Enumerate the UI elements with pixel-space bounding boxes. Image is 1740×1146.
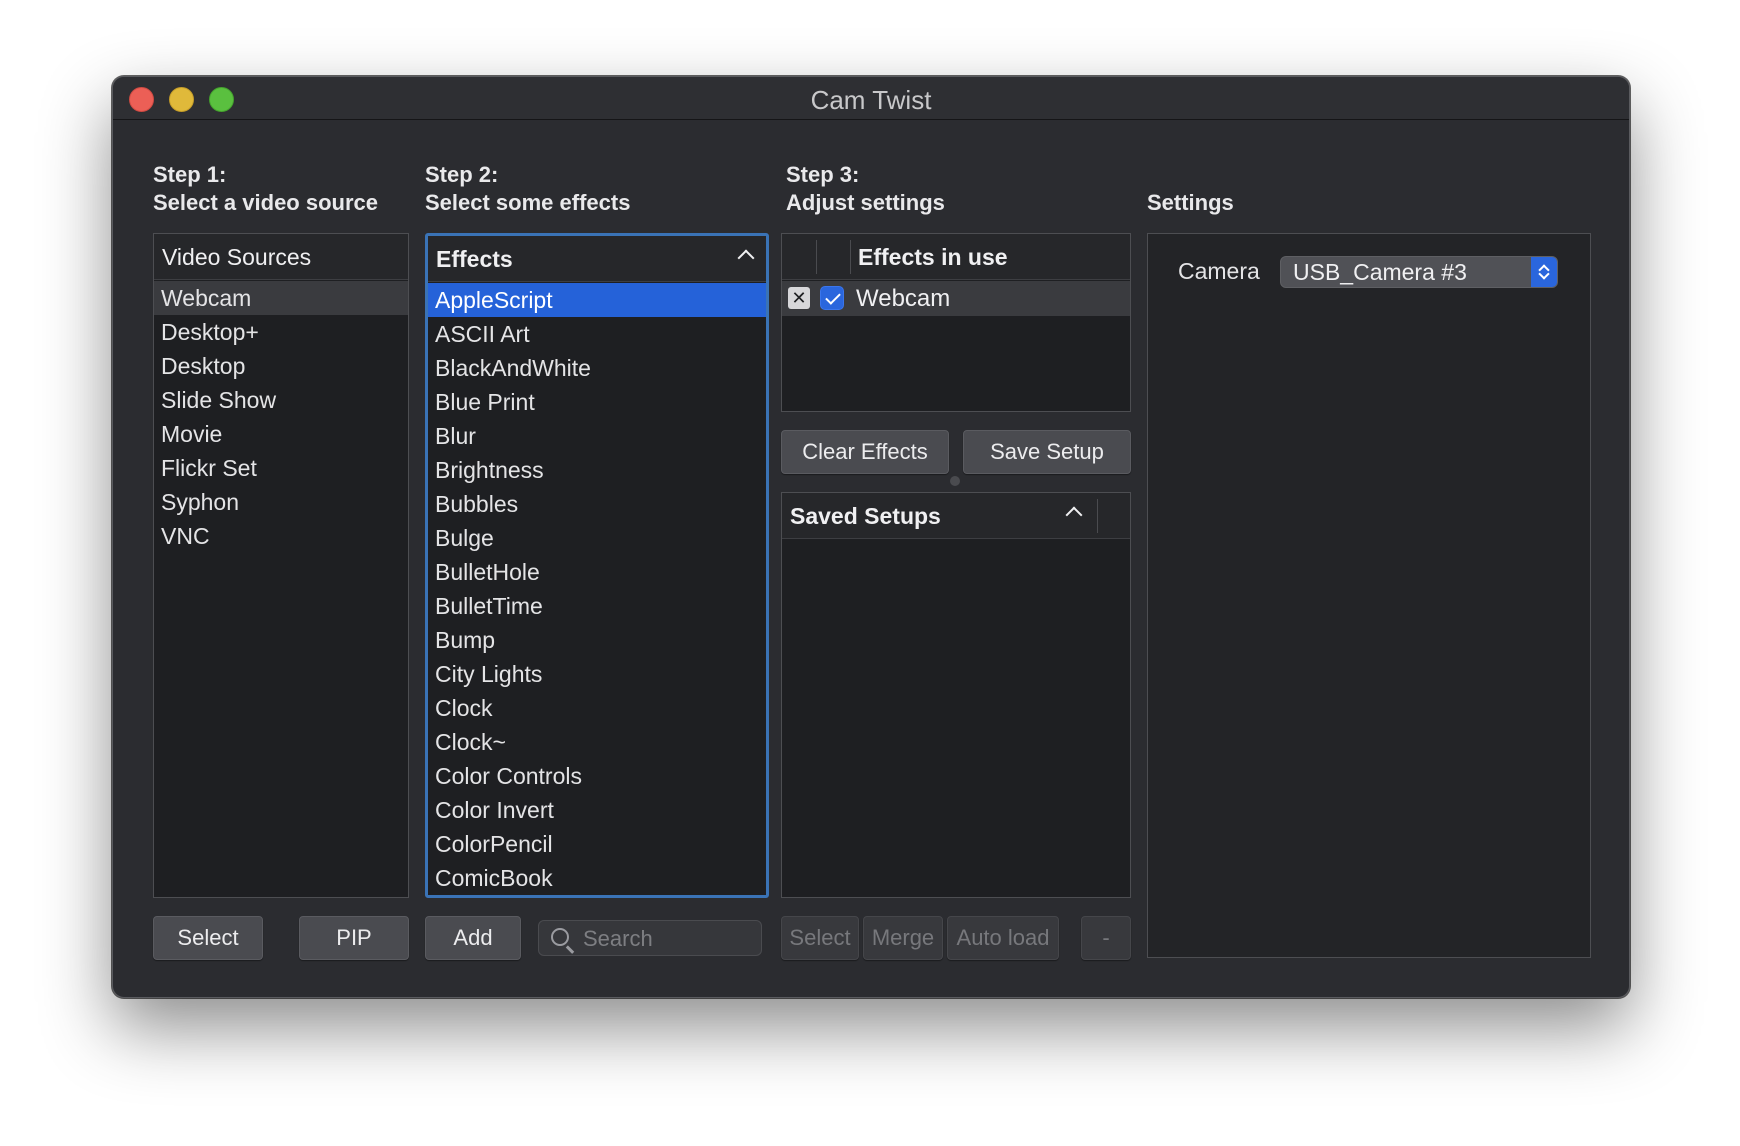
video-source-item[interactable]: Syphon (154, 485, 408, 519)
select-stepper-icon (1531, 257, 1557, 287)
title-bar[interactable]: Cam Twist (113, 77, 1629, 120)
effects-in-use-panel: Effects in use ✕ Webcam (781, 233, 1131, 412)
effects-header[interactable]: Effects (428, 236, 766, 282)
step1-label: Step 1: (153, 162, 227, 187)
effect-item[interactable]: Clock~ (428, 725, 766, 759)
effects-panel: Effects AppleScript ASCII Art BlackAndWhit… (425, 233, 769, 898)
step3-heading: Step 3: Adjust settings (786, 161, 945, 217)
column-divider (850, 240, 851, 274)
video-source-item[interactable]: Movie (154, 417, 408, 451)
effect-item[interactable]: ComicBook (428, 861, 766, 895)
effect-item[interactable]: BlackAndWhite (428, 351, 766, 385)
merge-setup-button[interactable]: Merge (863, 916, 943, 960)
effect-item[interactable]: City Lights (428, 657, 766, 691)
cam-twist-window: Cam Twist Step 1: Select a video source … (112, 76, 1630, 998)
saved-setups-header[interactable]: Saved Setups (782, 493, 1130, 539)
settings-heading: Settings (1147, 189, 1234, 217)
auto-load-button[interactable]: Auto load (947, 916, 1059, 960)
remove-setup-button[interactable]: - (1081, 916, 1131, 960)
video-source-item[interactable]: Slide Show (154, 383, 408, 417)
effects-search-field[interactable] (538, 920, 762, 956)
save-setup-button[interactable]: Save Setup (963, 430, 1131, 474)
effect-in-use-name: Webcam (856, 285, 951, 312)
step1-heading: Step 1: Select a video source (153, 161, 378, 217)
effect-item[interactable]: Blue Print (428, 385, 766, 419)
effect-item[interactable]: Bump (428, 623, 766, 657)
remove-effect-icon[interactable]: ✕ (788, 287, 810, 309)
step1-description: Select a video source (153, 190, 378, 215)
video-sources-panel: Video Sources Webcam Desktop+ Desktop Slide… (153, 233, 409, 898)
add-effect-button[interactable]: Add (425, 916, 521, 960)
effect-item[interactable]: Blur (428, 419, 766, 453)
effect-item[interactable]: Clock (428, 691, 766, 725)
step2-label: Step 2: (425, 162, 499, 187)
camera-select-value: USB_Camera #3 (1293, 259, 1467, 285)
camera-label: Camera (1178, 258, 1260, 284)
effect-item[interactable]: AppleScript (428, 283, 766, 317)
effect-item[interactable]: Color Controls (428, 759, 766, 793)
column-divider (816, 240, 817, 274)
select-setup-button[interactable]: Select (781, 916, 859, 960)
step3-label: Step 3: (786, 162, 860, 187)
effect-enabled-checkbox[interactable] (820, 286, 844, 310)
effects-in-use-list: ✕ Webcam (782, 281, 1130, 316)
effects-list: AppleScript ASCII Art BlackAndWhite Blue Pr… (428, 283, 766, 895)
saved-setups-label: Saved Setups (790, 503, 941, 529)
camera-select[interactable]: USB_Camera #3 (1280, 256, 1558, 288)
settings-title: Settings (1147, 190, 1234, 215)
effect-item[interactable]: Brightness (428, 453, 766, 487)
video-source-item[interactable]: Desktop+ (154, 315, 408, 349)
window-title: Cam Twist (810, 85, 932, 115)
effect-item[interactable]: Color Invert (428, 793, 766, 827)
step2-description: Select some effects (425, 190, 631, 215)
video-source-item[interactable]: VNC (154, 519, 408, 553)
effect-item[interactable]: ASCII Art (428, 317, 766, 351)
effects-in-use-header: Effects in use (782, 234, 1130, 280)
step3-description: Adjust settings (786, 190, 945, 215)
settings-panel: Camera USB_Camera #3 (1147, 233, 1591, 958)
video-sources-list: Webcam Desktop+ Desktop Slide Show Movie Flic… (154, 281, 408, 553)
video-source-item[interactable]: Flickr Set (154, 451, 408, 485)
effect-item[interactable]: Bubbles (428, 487, 766, 521)
effect-item[interactable]: ColorPencil (428, 827, 766, 861)
column-divider (1097, 499, 1098, 533)
pip-button[interactable]: PIP (299, 916, 409, 960)
effect-in-use-row[interactable]: ✕ Webcam (782, 281, 1130, 316)
clear-effects-button[interactable]: Clear Effects (781, 430, 949, 474)
chevron-up-icon (1065, 506, 1083, 524)
saved-setups-panel: Saved Setups (781, 492, 1131, 898)
effect-item[interactable]: Bulge (428, 521, 766, 555)
search-icon (551, 928, 569, 946)
effect-item[interactable]: BulletTime (428, 589, 766, 623)
video-source-item[interactable]: Webcam (154, 281, 408, 315)
video-source-item[interactable]: Desktop (154, 349, 408, 383)
effects-in-use-label: Effects in use (858, 244, 1008, 270)
chevron-up-icon (737, 249, 755, 267)
select-source-button[interactable]: Select (153, 916, 263, 960)
step2-heading: Step 2: Select some effects (425, 161, 630, 217)
split-handle[interactable] (950, 476, 960, 486)
search-input[interactable] (583, 925, 753, 953)
effects-header-label: Effects (436, 246, 513, 272)
effect-item[interactable]: BulletHole (428, 555, 766, 589)
video-sources-header: Video Sources (154, 234, 408, 280)
